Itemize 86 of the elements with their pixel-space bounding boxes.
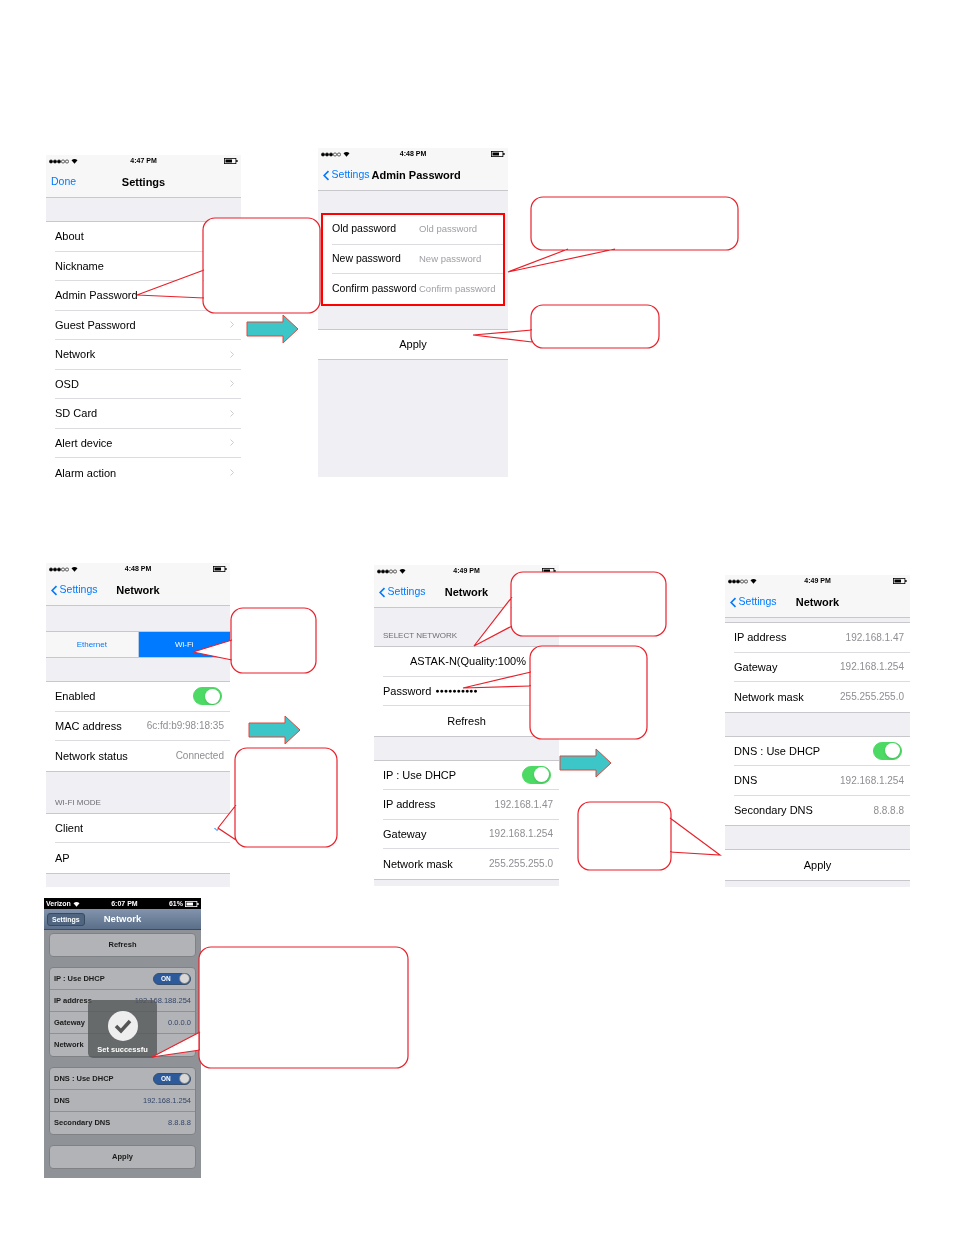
setting-value: 6c:fd:b9:98:18:35	[146, 719, 224, 734]
setting-value: 192.168.1.254	[840, 660, 904, 675]
field-label: Old password	[332, 221, 398, 237]
password-field[interactable]: Old password	[419, 222, 503, 237]
settings-item[interactable]: Network	[55, 346, 96, 363]
block-arrow	[246, 314, 299, 344]
field-label: New password	[332, 250, 402, 266]
setting-label: IP address	[734, 630, 787, 645]
setting-label: DNS	[734, 773, 758, 788]
battery-icon	[491, 151, 505, 157]
setting-label: IP : Use DHCP	[383, 767, 457, 783]
settings-item[interactable]: Nickname	[55, 257, 104, 274]
back-chevron-icon	[323, 169, 330, 181]
back-button[interactable]: Settings	[379, 584, 426, 600]
section-header: SELECT NETWORK	[383, 630, 458, 642]
setting-value: 8.8.8.8	[873, 803, 904, 818]
setting-value: 255.255.255.0	[489, 857, 553, 872]
toggle-switch[interactable]	[873, 741, 902, 760]
back-button[interactable]: Settings	[323, 167, 370, 183]
setting-label: IP address	[383, 797, 436, 812]
password-field[interactable]: New password	[419, 251, 503, 266]
back-chevron-icon	[51, 584, 58, 596]
toggle-switch[interactable]	[522, 765, 551, 784]
screen-title: Admin Password	[370, 167, 462, 183]
settings-item[interactable]: OSD	[55, 375, 79, 392]
password-field[interactable]: Confirm password	[419, 281, 503, 296]
settings-item[interactable]: Admin Password	[55, 287, 138, 304]
battery-icon	[224, 158, 238, 164]
screen-title: Network	[115, 582, 161, 598]
battery-icon	[213, 566, 227, 572]
action-button[interactable]: Refresh	[445, 712, 488, 729]
setting-value: Connected	[175, 749, 224, 764]
wifi-icon	[750, 578, 757, 584]
setting-label: Network mask	[383, 856, 453, 872]
setting-label: Network mask	[734, 689, 804, 705]
setting-label: Enabled	[55, 689, 96, 704]
settings-item[interactable]: SD Card	[55, 405, 98, 422]
segment-tab[interactable]: Ethernet	[46, 632, 139, 657]
action-button[interactable]: Apply	[801, 856, 834, 873]
setting-label: DNS : Use DHCP	[734, 743, 821, 759]
signal-icon	[321, 151, 341, 157]
back-button[interactable]: Settings	[51, 582, 98, 598]
settings-item[interactable]: About	[55, 228, 84, 245]
screen-title: Settings	[120, 174, 167, 190]
screen-title: Network	[794, 594, 841, 610]
action-button[interactable]: Apply	[397, 336, 429, 353]
settings-item[interactable]: Alert device	[55, 434, 113, 451]
option-item[interactable]: Client	[55, 819, 84, 836]
option-item[interactable]: AP	[55, 849, 70, 866]
screen-title: Network	[103, 911, 142, 926]
back-button[interactable]: Settings	[730, 594, 777, 610]
setting-label: Gateway	[734, 659, 778, 675]
wifi-icon	[343, 151, 350, 157]
signal-icon	[377, 568, 397, 574]
setting-value: 192.168.1.47	[845, 630, 904, 645]
section-header: WI-FI MODE	[55, 796, 101, 809]
block-arrow	[248, 715, 301, 745]
wifi-icon	[71, 566, 78, 572]
signal-icon	[49, 566, 69, 572]
checkmark-icon	[107, 1010, 138, 1041]
settings-item[interactable]: Alarm action	[55, 464, 117, 481]
block-arrow	[559, 748, 612, 778]
battery-icon	[893, 578, 907, 584]
signal-icon	[728, 578, 748, 584]
screen-title: Network	[443, 584, 490, 600]
settings-item[interactable]: Guest Password	[55, 316, 136, 333]
wifi-icon	[72, 900, 80, 907]
ssid-option[interactable]: ASTAK-N(Quality:100%	[410, 653, 526, 670]
field-label: Confirm password	[332, 280, 416, 296]
signal-icon	[49, 158, 69, 164]
toggle-switch[interactable]	[193, 687, 222, 706]
battery-icon	[185, 900, 199, 907]
setting-label: Network status	[55, 748, 128, 764]
setting-value: 192.168.1.254	[489, 827, 553, 842]
setting-value: 192.168.1.47	[494, 797, 553, 812]
setting-label: Secondary DNS	[734, 803, 813, 818]
field-label: Password	[383, 683, 432, 699]
setting-value: 255.255.255.0	[840, 690, 904, 705]
setting-value: 192.168.1.254	[840, 773, 904, 788]
back-chevron-icon	[730, 596, 737, 608]
setting-label: MAC address	[55, 718, 122, 734]
setting-label: Gateway	[383, 826, 427, 842]
done-button[interactable]: Done	[51, 174, 77, 190]
wifi-icon	[71, 158, 78, 164]
back-chevron-icon	[379, 586, 386, 598]
wifi-icon	[399, 568, 406, 574]
